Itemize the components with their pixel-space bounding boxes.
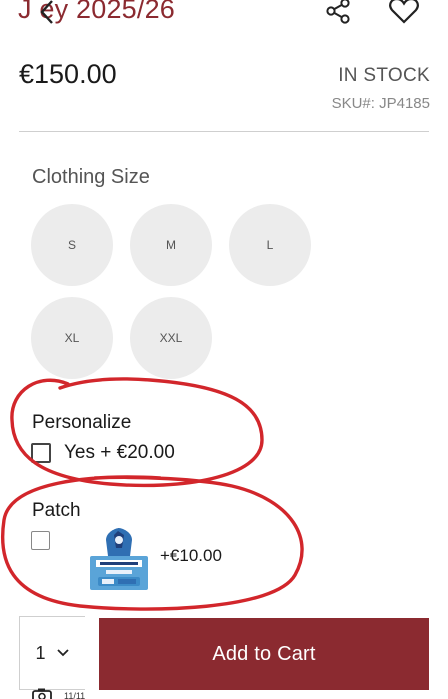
- personalize-option-text: Yes + €20.00: [64, 442, 175, 463]
- quantity-value: 1: [35, 642, 46, 663]
- patch-checkbox[interactable]: [31, 531, 50, 550]
- product-price: €150.00: [19, 59, 117, 89]
- quantity-select[interactable]: 1: [19, 616, 85, 690]
- chevron-down-icon: [56, 649, 69, 657]
- camera-icon[interactable]: [32, 688, 52, 699]
- size-label: Clothing Size: [32, 166, 150, 188]
- chevron-left-icon[interactable]: [34, 0, 60, 28]
- product-sku: SKU#: JP4185: [331, 95, 430, 112]
- size-option-xxl[interactable]: XXL: [130, 297, 212, 379]
- patch-label: Patch: [32, 500, 81, 521]
- photo-count: 11/11: [64, 691, 86, 699]
- size-option-s[interactable]: S: [31, 204, 113, 286]
- size-option-xl[interactable]: XL: [31, 297, 113, 379]
- serie-a-patch-icon: [90, 528, 148, 590]
- patch-price: +€10.00: [160, 546, 222, 565]
- stock-status: IN STOCK: [338, 65, 430, 86]
- heart-icon[interactable]: [388, 0, 420, 26]
- header-bar: J ey 2025/26: [0, 0, 448, 40]
- add-to-cart-button[interactable]: Add to Cart: [99, 618, 429, 690]
- share-icon[interactable]: [323, 0, 353, 26]
- personalize-label: Personalize: [32, 412, 132, 433]
- size-option-l[interactable]: L: [229, 204, 311, 286]
- size-option-m[interactable]: M: [130, 204, 212, 286]
- personalize-checkbox[interactable]: [31, 443, 51, 463]
- divider: [19, 131, 429, 132]
